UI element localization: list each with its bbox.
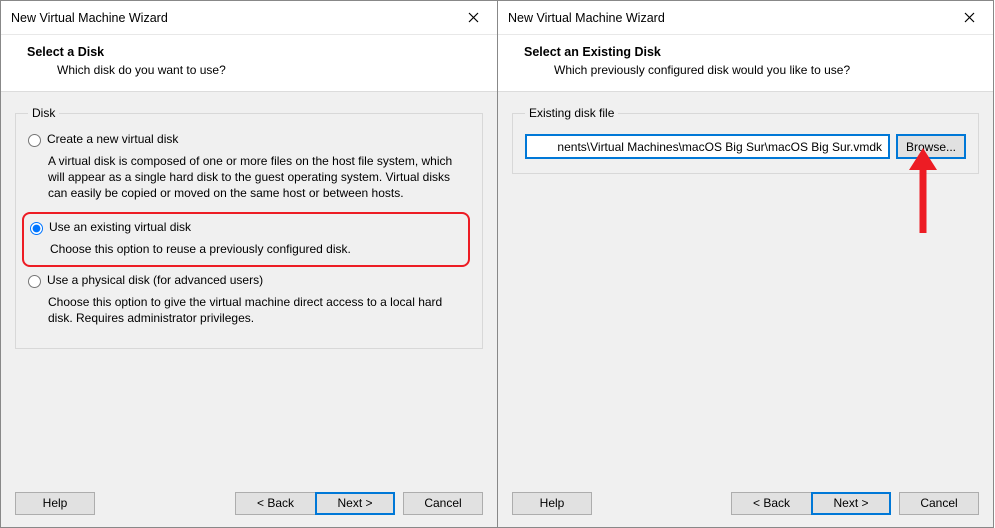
cancel-button[interactable]: Cancel	[899, 492, 979, 515]
content-area: Existing disk file Browse...	[498, 92, 993, 479]
cancel-button[interactable]: Cancel	[403, 492, 483, 515]
page-title: Select a Disk	[19, 45, 479, 59]
radio-use-physical-label: Use a physical disk (for advanced users)	[47, 273, 263, 287]
highlight-annotation: Use an existing virtual disk Choose this…	[22, 212, 470, 267]
browse-button[interactable]: Browse...	[896, 134, 966, 159]
titlebar: New Virtual Machine Wizard	[1, 1, 497, 35]
content-area: Disk Create a new virtual disk A virtual…	[1, 92, 497, 479]
radio-use-existing-input[interactable]	[30, 222, 43, 235]
group-legend: Disk	[28, 106, 59, 120]
footer: Help < Back Next > Cancel	[1, 479, 497, 527]
page-title: Select an Existing Disk	[516, 45, 975, 59]
back-button[interactable]: < Back	[731, 492, 811, 515]
radio-use-physical-desc: Choose this option to give the virtual m…	[28, 290, 470, 336]
next-button[interactable]: Next >	[315, 492, 395, 515]
close-icon[interactable]	[459, 4, 487, 32]
close-icon[interactable]	[955, 4, 983, 32]
radio-use-physical-input[interactable]	[28, 275, 41, 288]
existing-disk-group: Existing disk file Browse...	[512, 106, 979, 174]
help-button[interactable]: Help	[512, 492, 592, 515]
footer: Help < Back Next > Cancel	[498, 479, 993, 527]
disk-path-input[interactable]	[525, 134, 890, 159]
back-button[interactable]: < Back	[235, 492, 315, 515]
page-subtitle: Which previously configured disk would y…	[516, 63, 975, 77]
page-subtitle: Which disk do you want to use?	[19, 63, 479, 77]
group-legend: Existing disk file	[525, 106, 618, 120]
radio-create-new[interactable]: Create a new virtual disk	[28, 130, 470, 149]
radio-use-physical[interactable]: Use a physical disk (for advanced users)	[28, 271, 470, 290]
wizard-pane-select-disk: New Virtual Machine Wizard Select a Disk…	[0, 0, 497, 528]
disk-group: Disk Create a new virtual disk A virtual…	[15, 106, 483, 349]
radio-create-new-label: Create a new virtual disk	[47, 132, 178, 146]
window-title: New Virtual Machine Wizard	[508, 11, 955, 25]
radio-use-existing-desc: Choose this option to reuse a previously…	[24, 237, 462, 259]
radio-use-existing-label: Use an existing virtual disk	[49, 220, 191, 234]
titlebar: New Virtual Machine Wizard	[498, 1, 993, 35]
wizard-header: Select an Existing Disk Which previously…	[498, 35, 993, 92]
window-title: New Virtual Machine Wizard	[11, 11, 459, 25]
next-button[interactable]: Next >	[811, 492, 891, 515]
radio-use-existing[interactable]: Use an existing virtual disk	[24, 218, 462, 237]
radio-create-new-desc: A virtual disk is composed of one or mor…	[28, 149, 470, 212]
radio-create-new-input[interactable]	[28, 134, 41, 147]
wizard-header: Select a Disk Which disk do you want to …	[1, 35, 497, 92]
help-button[interactable]: Help	[15, 492, 95, 515]
wizard-pane-select-existing: New Virtual Machine Wizard Select an Exi…	[497, 0, 994, 528]
